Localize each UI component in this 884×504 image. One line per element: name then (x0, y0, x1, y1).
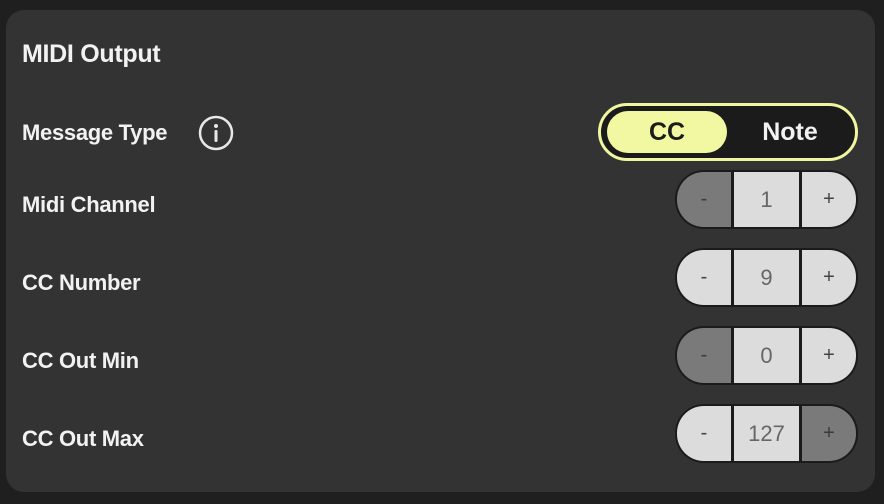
cc-out-max-increment-button[interactable]: + (802, 406, 856, 461)
cc-number-label: CC Number (22, 270, 141, 295)
cc-out-min-decrement-button[interactable]: - (677, 328, 731, 383)
message-type-note-option[interactable]: Note (727, 111, 853, 153)
midi-channel-decrement-button[interactable]: - (677, 172, 731, 227)
cc-out-min-stepper: - 0 + (675, 326, 858, 385)
midi-output-panel: MIDI Output Message Type CC Note Midi Ch… (6, 10, 875, 492)
cc-out-max-label: CC Out Max (22, 426, 144, 451)
cc-out-min-increment-button[interactable]: + (802, 328, 856, 383)
cc-number-increment-button[interactable]: + (802, 250, 856, 305)
midi-channel-label: Midi Channel (22, 192, 156, 217)
cc-out-min-value: 0 (734, 328, 799, 383)
cc-number-stepper: - 9 + (675, 248, 858, 307)
cc-out-max-decrement-button[interactable]: - (677, 406, 731, 461)
cc-out-min-label: CC Out Min (22, 348, 139, 373)
cc-number-value: 9 (734, 250, 799, 305)
cc-out-max-stepper: - 127 + (675, 404, 858, 463)
midi-channel-stepper: - 1 + (675, 170, 858, 229)
message-type-label: Message Type (22, 120, 168, 145)
cc-number-decrement-button[interactable]: - (677, 250, 731, 305)
message-type-cc-option[interactable]: CC (607, 111, 727, 153)
cc-out-max-value: 127 (734, 406, 799, 461)
midi-channel-increment-button[interactable]: + (802, 172, 856, 227)
panel-title: MIDI Output (22, 40, 161, 68)
midi-channel-value: 1 (734, 172, 799, 227)
message-type-toggle: CC Note (598, 103, 858, 161)
info-icon[interactable] (198, 115, 234, 151)
